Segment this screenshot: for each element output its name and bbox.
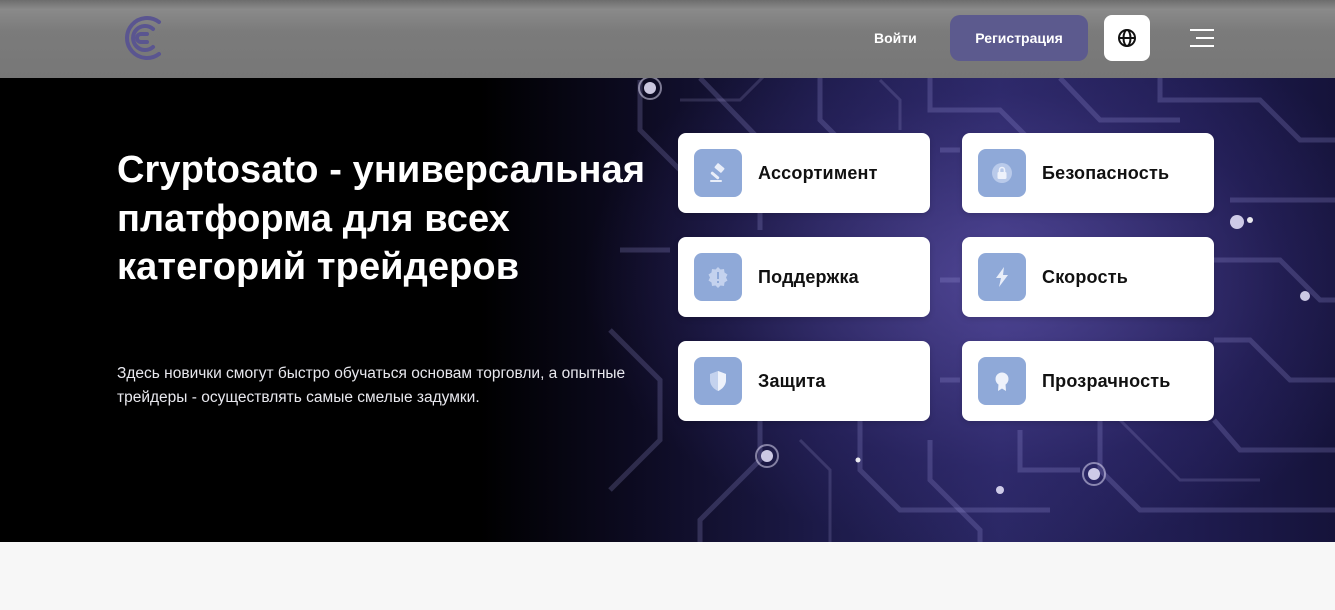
feature-card-assortment[interactable]: Ассортимент <box>678 133 930 213</box>
cryptosato-logo[interactable] <box>117 14 163 62</box>
login-link[interactable]: Войти <box>874 27 917 49</box>
hero-section: Cryptosato - универсальная платформа для… <box>0 0 1335 542</box>
lightning-icon <box>978 253 1026 301</box>
feature-label: Поддержка <box>758 267 859 287</box>
feature-card-speed[interactable]: Скорость <box>962 237 1214 317</box>
hammer-icon <box>694 149 742 197</box>
globe-icon <box>1118 29 1136 47</box>
hamburger-menu-icon[interactable] <box>1188 26 1216 50</box>
hero-subtitle: Здесь новички смогут быстро обучаться ос… <box>117 365 626 406</box>
language-button[interactable] <box>1104 15 1150 61</box>
feature-card-security[interactable]: Безопасность <box>962 133 1214 213</box>
feature-label: Безопасность <box>1042 163 1170 183</box>
feature-label: Защита <box>758 371 826 391</box>
alert-badge-icon <box>694 253 742 301</box>
lock-icon <box>978 149 1026 197</box>
register-button[interactable]: Регистрация <box>950 15 1088 61</box>
feature-card-protection[interactable]: Защита <box>678 341 930 421</box>
feature-label: Ассортимент <box>758 163 878 183</box>
site-header: Войти Регистрация <box>0 0 1335 78</box>
feature-card-support[interactable]: Поддержка <box>678 237 930 317</box>
shield-icon <box>694 357 742 405</box>
feature-label: Прозрачность <box>1042 371 1171 391</box>
hero-title: Cryptosato - универсальная платформа для… <box>117 149 646 288</box>
feature-label: Скорость <box>1042 267 1129 287</box>
next-section <box>0 542 1335 610</box>
feature-card-transparency[interactable]: Прозрачность <box>962 341 1214 421</box>
award-icon <box>978 357 1026 405</box>
